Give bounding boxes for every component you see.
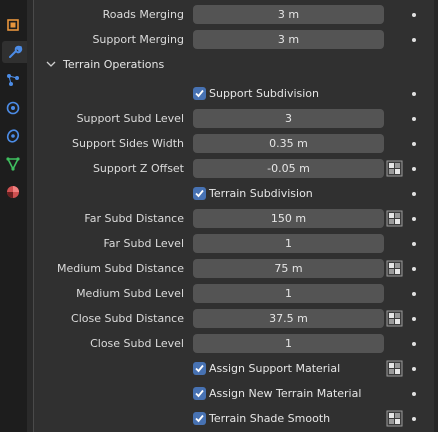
close-subd-level-field[interactable]: 1 [193, 334, 384, 353]
driver-icon[interactable] [386, 210, 403, 227]
row-support-subdivision: Support Subdivision [34, 81, 434, 106]
row-close-subd-distance: Close Subd Distance 37.5 m [34, 306, 434, 331]
driver-icon[interactable] [386, 260, 403, 277]
chevron-down-icon [46, 59, 56, 72]
assign-new-terrain-material-checkbox[interactable] [193, 387, 206, 400]
scroll-gutter [434, 0, 438, 432]
section-title: Terrain Operations [63, 58, 165, 71]
terrain-subdivision-checkbox[interactable] [193, 187, 206, 200]
wrench-icon[interactable] [2, 41, 27, 63]
keyframe-dot[interactable] [412, 217, 416, 221]
far-subd-level-field[interactable]: 1 [193, 234, 384, 253]
driver-icon[interactable] [386, 360, 403, 377]
terrain-shade-smooth-label: Terrain Shade Smooth [209, 412, 331, 425]
keyframe-dot[interactable] [412, 342, 416, 346]
support-subd-level-label: Support Subd Level [76, 112, 184, 125]
medium-subd-distance-field[interactable]: 75 m [193, 259, 384, 278]
terrain-shade-smooth-checkbox[interactable] [193, 412, 206, 425]
support-merging-label: Support Merging [92, 33, 184, 46]
far-subd-level-label: Far Subd Level [103, 237, 184, 250]
constraints-icon[interactable] [2, 125, 24, 147]
keyframe-dot[interactable] [412, 192, 416, 196]
check-icon [195, 364, 204, 373]
row-support-z-offset: Support Z Offset -0.05 m [34, 156, 434, 181]
support-subd-level-field[interactable]: 3 [193, 109, 384, 128]
row-assign-new-terrain-material: Assign New Terrain Material [34, 381, 434, 406]
keyframe-dot[interactable] [412, 267, 416, 271]
object-icon[interactable] [2, 14, 24, 36]
medium-subd-distance-label: Medium Subd Distance [57, 262, 184, 275]
terrain-subdivision-label: Terrain Subdivision [209, 187, 313, 200]
keyframe-dot[interactable] [412, 142, 416, 146]
material-icon[interactable] [2, 181, 24, 203]
row-support-sides-width: Support Sides Width 0.35 m [34, 131, 434, 156]
row-terrain-subdivision: Terrain Subdivision [34, 181, 434, 206]
row-roads-merging: Roads Merging 3 m [34, 2, 434, 27]
row-far-subd-distance: Far Subd Distance 150 m [34, 206, 434, 231]
support-subdivision-label: Support Subdivision [209, 87, 320, 100]
assign-support-material-label: Assign Support Material [209, 362, 341, 375]
support-sides-width-field[interactable]: 0.35 m [193, 134, 384, 153]
support-merging-field[interactable]: 3 m [193, 30, 384, 49]
row-support-merging: Support Merging 3 m [34, 27, 434, 52]
row-assign-support-material: Assign Support Material [34, 356, 434, 381]
keyframe-dot[interactable] [412, 92, 416, 96]
medium-subd-level-field[interactable]: 1 [193, 284, 384, 303]
row-support-subd-level: Support Subd Level 3 [34, 106, 434, 131]
driver-icon[interactable] [386, 160, 403, 177]
row-far-subd-level: Far Subd Level 1 [34, 231, 434, 256]
keyframe-dot[interactable] [412, 117, 416, 121]
close-subd-distance-field[interactable]: 37.5 m [193, 309, 384, 328]
check-icon [195, 89, 204, 98]
check-icon [195, 389, 204, 398]
terrain-operations-header[interactable]: Terrain Operations [34, 52, 434, 77]
support-subdivision-checkbox[interactable] [193, 87, 206, 100]
keyframe-dot[interactable] [412, 367, 416, 371]
keyframe-dot[interactable] [412, 242, 416, 246]
particles-icon[interactable] [2, 69, 24, 91]
row-medium-subd-level: Medium Subd Level 1 [34, 281, 434, 306]
support-z-offset-field[interactable]: -0.05 m [193, 159, 384, 178]
close-subd-level-label: Close Subd Level [90, 337, 184, 350]
row-medium-subd-distance: Medium Subd Distance 75 m [34, 256, 434, 281]
check-icon [195, 414, 204, 423]
row-close-subd-level: Close Subd Level 1 [34, 331, 434, 356]
properties-tab-sidebar [0, 0, 27, 432]
driver-icon[interactable] [386, 410, 403, 427]
keyframe-dot[interactable] [412, 392, 416, 396]
far-subd-distance-label: Far Subd Distance [84, 212, 184, 225]
driver-icon[interactable] [386, 310, 403, 327]
data-icon[interactable] [2, 153, 24, 175]
roads-merging-field[interactable]: 3 m [193, 5, 384, 24]
check-icon [195, 189, 204, 198]
medium-subd-level-label: Medium Subd Level [76, 287, 184, 300]
keyframe-dot[interactable] [412, 417, 416, 421]
close-subd-distance-label: Close Subd Distance [71, 312, 184, 325]
keyframe-dot[interactable] [412, 167, 416, 171]
roads-merging-label: Roads Merging [102, 8, 184, 21]
physics-icon[interactable] [2, 97, 24, 119]
support-sides-width-label: Support Sides Width [72, 137, 184, 150]
assign-support-material-checkbox[interactable] [193, 362, 206, 375]
support-z-offset-label: Support Z Offset [92, 162, 184, 175]
assign-new-terrain-material-label: Assign New Terrain Material [209, 387, 362, 400]
far-subd-distance-field[interactable]: 150 m [193, 209, 384, 228]
keyframe-dot[interactable] [412, 292, 416, 296]
row-terrain-shade-smooth: Terrain Shade Smooth [34, 406, 434, 431]
keyframe-dot[interactable] [412, 13, 416, 17]
keyframe-dot[interactable] [412, 317, 416, 321]
keyframe-dot[interactable] [412, 38, 416, 42]
